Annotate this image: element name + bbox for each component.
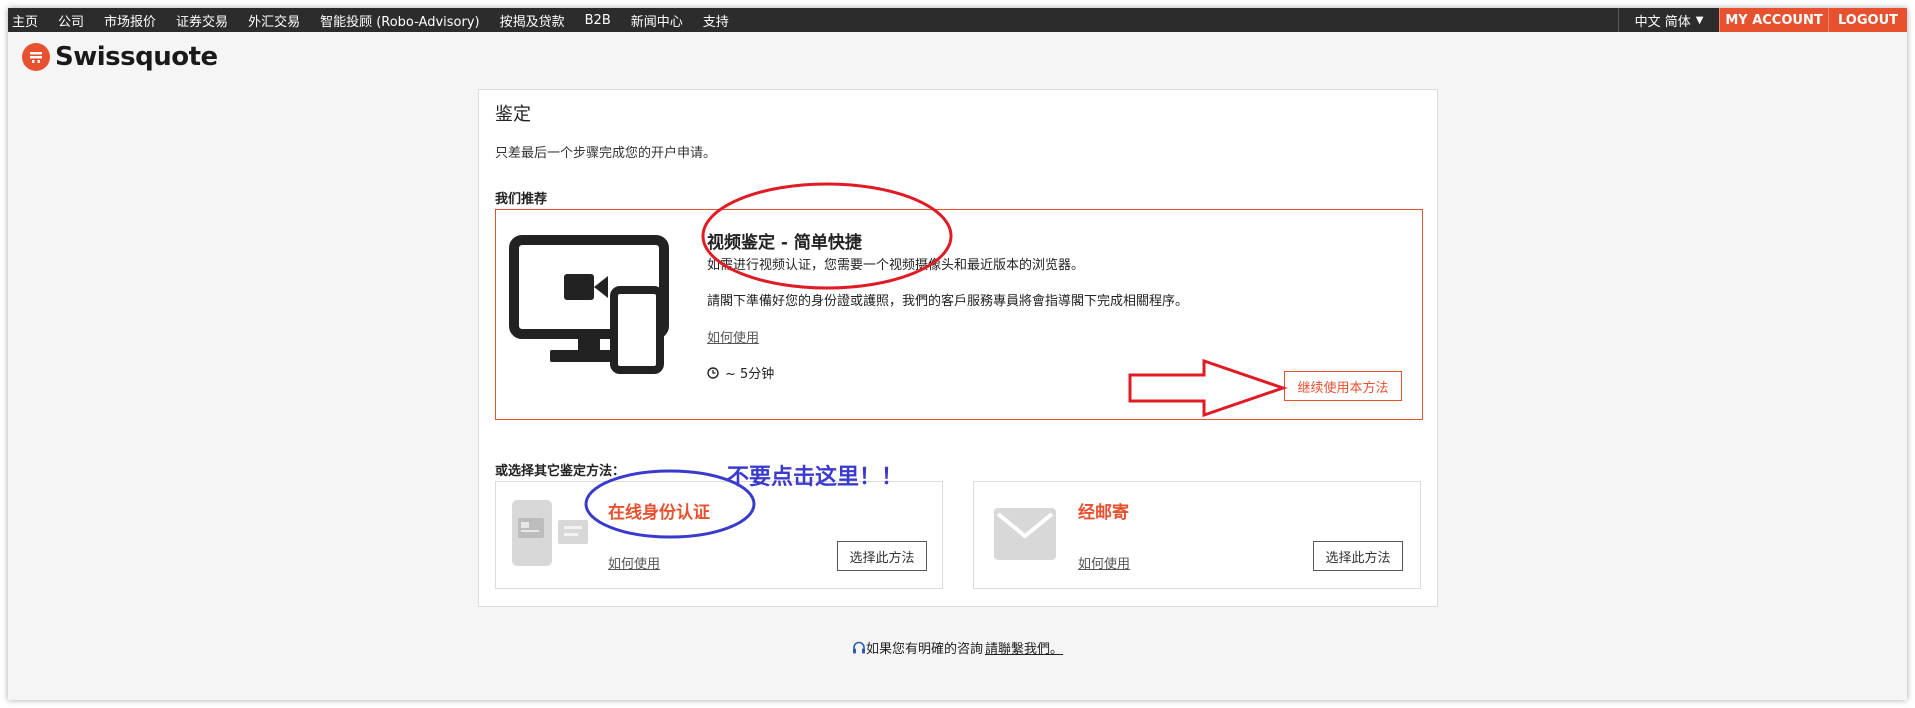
caret-down-icon: ▼ [1695,14,1704,26]
logo-text: Swissquote [55,42,218,72]
nav-items: 主页 公司 市场报价 证券交易 外汇交易 智能投顾 (Robo-Advisory… [12,8,749,32]
recommend-label: 我们推荐 [495,192,548,207]
page-subtitle: 只差最后一个步骤完成您的开户申请。 [495,146,717,161]
nav-item-company[interactable]: 公司 [58,11,84,30]
nav-right: 中文 简体 ▼ MY ACCOUNT LOGOUT [1618,8,1907,32]
select-online-method-button[interactable]: 选择此方法 [837,541,927,571]
nav-item-robo-advisory[interactable]: 智能投顾 (Robo-Advisory) [320,11,480,30]
video-title: 视频鉴定 - 简单快捷 [707,233,862,253]
warning-annotation-text: 不要点击这里！！ [727,465,904,490]
video-identification-option: 视频鉴定 - 简单快捷 如需进行视频认证，您需要一个视频摄像头和最近版本的浏览器… [495,209,1423,420]
online-identification-title: 在线身份认证 [608,503,710,523]
clock-icon [707,366,719,379]
logout-button[interactable]: LOGOUT [1828,8,1907,32]
identification-card: 鉴定 只差最后一个步骤完成您的开户申请。 我们推荐 视频鉴定 - 简单快捷 如需… [478,89,1438,607]
nav-item-securities[interactable]: 证券交易 [176,11,228,30]
duration-text: ~ 5分钟 [725,367,775,382]
language-selector[interactable]: 中文 简体 ▼ [1618,8,1719,32]
nav-item-support[interactable]: 支持 [703,11,729,30]
postal-identification-title: 经邮寄 [1078,503,1129,523]
continue-method-button[interactable]: 继续使用本方法 [1284,371,1402,401]
help-text: 如果您有明確的咨詢 [866,642,984,657]
contact-us-link[interactable]: 請聯繫我們。 [985,638,1063,657]
video-instruction-text: 請閣下準備好您的身份證或護照，我們的客戶服務專員將會指導閣下完成相關程序。 [707,294,1189,309]
postal-identification-option: 经邮寄 如何使用 选择此方法 [973,481,1421,589]
nav-item-news[interactable]: 新闻中心 [631,11,683,30]
page-title: 鉴定 [495,104,531,125]
nav-item-b2b[interactable]: B2B [585,13,611,28]
online-howto-link[interactable]: 如何使用 [608,553,660,572]
nav-item-home[interactable]: 主页 [12,11,38,30]
video-howto-link[interactable]: 如何使用 [707,327,759,346]
language-label: 中文 简体 [1634,14,1691,30]
my-account-button[interactable]: MY ACCOUNT [1719,8,1828,32]
swissquote-logo[interactable]: Swissquote [22,42,218,72]
online-identification-option: 在线身份认证 如何使用 选择此方法 [495,481,943,589]
headset-icon [853,641,865,653]
browser-frame: 主页 公司 市场报价 证券交易 外汇交易 智能投顾 (Robo-Advisory… [8,8,1907,700]
video-duration: ~ 5分钟 [707,363,774,382]
postal-howto-link[interactable]: 如何使用 [1078,553,1130,572]
select-postal-method-button[interactable]: 选择此方法 [1313,541,1403,571]
other-methods-label: 或选择其它鉴定方法： [495,464,626,479]
nav-item-quotes[interactable]: 市场报价 [104,11,156,30]
envelope-icon [994,508,1056,564]
video-requirement-text: 如需进行视频认证，您需要一个视频摄像头和最近版本的浏览器。 [707,258,1085,273]
nav-item-forex[interactable]: 外汇交易 [248,11,300,30]
phone-id-card-icon [510,498,592,574]
logo-mark-icon [22,43,50,71]
help-line: 如果您有明確的咨詢 請聯繫我們。 [852,638,1063,657]
nav-item-mortgage[interactable]: 按揭及贷款 [500,11,565,30]
monitor-phone-icon [508,234,688,388]
top-navigation: 主页 公司 市场报价 证券交易 外汇交易 智能投顾 (Robo-Advisory… [8,8,1907,32]
